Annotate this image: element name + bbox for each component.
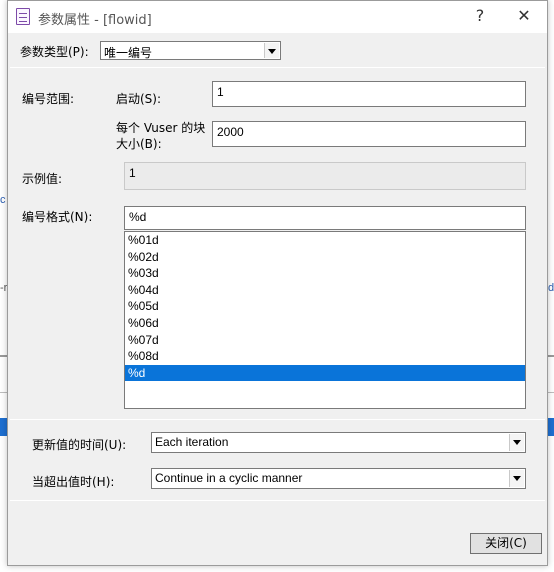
format-option[interactable]: %08d [125,348,525,365]
format-option[interactable]: %d [125,364,525,382]
start-label: 启动(S): [116,92,162,106]
close-window-button[interactable]: ✕ [504,3,544,29]
start-input[interactable]: 1 [212,81,526,107]
format-option[interactable]: %05d [125,298,525,315]
range-label: 编号范围: [22,92,75,106]
help-button[interactable]: ? [460,3,500,29]
update-label: 更新值的时间(U): [32,438,127,452]
background-selection [548,418,554,436]
divider [10,419,545,420]
close-button[interactable]: 关闭(C) [470,533,542,554]
chevron-down-icon[interactable] [509,434,524,451]
param-type-label: 参数类型(P): [20,45,89,59]
out-of-values-select[interactable]: Continue in a cyclic manner [151,468,526,489]
document-icon [16,8,30,25]
format-option[interactable]: %03d [125,265,525,282]
out-of-values-value: Continue in a cyclic manner [155,471,303,485]
divider [10,500,545,501]
format-listbox[interactable]: %01d %02d %03d %04d %05d %06d %07d %08d %d [124,231,526,409]
update-select[interactable]: Each iteration [151,432,526,453]
format-option[interactable]: %07d [125,332,525,349]
sample-value-label: 示例值: [22,172,63,186]
format-label: 编号格式(N): [22,210,93,224]
block-size-label-line1: 每个 Vuser 的块 [116,121,206,135]
block-size-input[interactable]: 2000 [212,121,526,147]
background-text-fragment: d [548,282,554,294]
background-text-fragment: c [0,194,6,206]
format-option[interactable]: %01d [125,232,525,249]
format-option[interactable]: %04d [125,282,525,299]
format-options: %01d %02d %03d %04d %05d %06d %07d %08d %d [125,232,525,382]
format-option[interactable]: %02d [125,249,525,266]
param-type-select[interactable]: 唯一编号 [100,41,281,60]
format-input[interactable]: %d [124,206,526,230]
divider [10,67,545,68]
background-selection [0,418,7,436]
parameter-properties-dialog: 参数属性 - [flowid] ? ✕ 参数类型(P): 唯一编号 编号范围: … [7,0,548,566]
out-of-values-label: 当超出值时(H): [32,475,115,489]
param-type-value: 唯一编号 [104,46,153,60]
window-title: 参数属性 - [flowid] [38,13,152,28]
chevron-down-icon[interactable] [509,470,524,487]
block-size-label-line2: 大小(B): [116,137,162,151]
sample-value-display: 1 [124,162,526,190]
update-value: Each iteration [155,435,229,449]
title-bar: 参数属性 - [flowid] ? ✕ [8,1,547,33]
chevron-down-icon[interactable] [264,43,279,58]
format-option[interactable]: %06d [125,315,525,332]
